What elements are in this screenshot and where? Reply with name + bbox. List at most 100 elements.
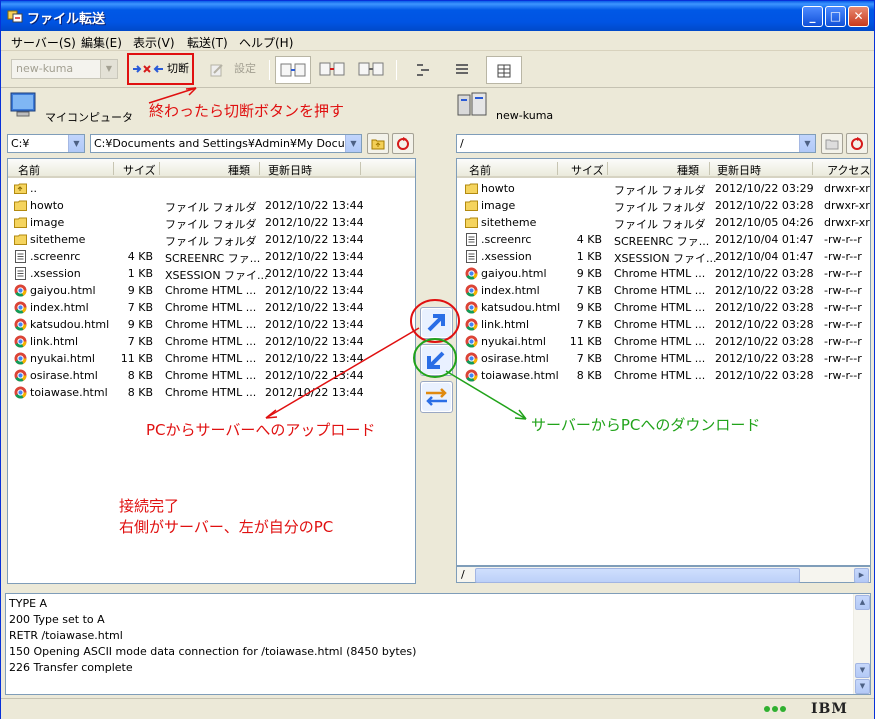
- local-path-value: C:¥Documents and Settings¥Admin¥My Docum…: [94, 137, 362, 150]
- file-type: Chrome HTML ...: [165, 352, 257, 365]
- drive-select[interactable]: C:¥ ▼: [7, 134, 85, 153]
- file-name: link.html: [481, 318, 530, 331]
- col-type[interactable]: 種類: [677, 162, 699, 178]
- file-row[interactable]: .screenrc 4 KB SCREENRC ファ... 2012/10/22 13…: [8, 249, 415, 266]
- local-up-folder-button[interactable]: [367, 133, 389, 154]
- file-row[interactable]: howto ファイル フォルダ 2012/10/22 13:44: [8, 198, 415, 215]
- file-row[interactable]: sitetheme ファイル フォルダ 2012/10/22 13:44: [8, 232, 415, 249]
- remote-path-scrollbar[interactable]: / ▶: [456, 566, 871, 583]
- chrome-icon: [465, 352, 478, 365]
- file-date: 2012/10/22 13:44: [265, 233, 364, 246]
- file-row[interactable]: image ファイル フォルダ 2012/10/22 13:44: [8, 215, 415, 232]
- col-name[interactable]: 名前: [18, 162, 40, 178]
- file-type: Chrome HTML ...: [614, 267, 706, 280]
- file-size: 8 KB: [127, 386, 153, 399]
- log-scrollbar[interactable]: ▲ ▼ ▼: [853, 594, 870, 694]
- file-row[interactable]: osirase.html 7 KB Chrome HTML ... 2012/10/2…: [457, 351, 870, 368]
- file-date: 2012/10/22 13:44: [265, 369, 364, 382]
- file-name: .xsession: [30, 267, 81, 280]
- file-permission: -rw-r--r: [824, 267, 862, 280]
- col-name[interactable]: 名前: [469, 162, 491, 178]
- file-row[interactable]: .xsession 1 KB XSESSION ファイ... 2012/10/04 0…: [457, 249, 870, 266]
- connection-select[interactable]: new-kuma ▼: [11, 59, 118, 79]
- maximize-button[interactable]: □: [825, 6, 846, 27]
- download-button[interactable]: [420, 344, 453, 376]
- file-size: 7 KB: [127, 301, 153, 314]
- details-view-icon[interactable]: [444, 56, 480, 84]
- file-row[interactable]: index.html 7 KB Chrome HTML ... 2012/10/22 …: [457, 283, 870, 300]
- chrome-icon: [14, 386, 27, 399]
- menu-view[interactable]: 表示(V): [133, 34, 175, 51]
- file-name: nyukai.html: [481, 335, 546, 348]
- minimize-button[interactable]: _: [802, 6, 823, 27]
- chrome-icon: [465, 301, 478, 314]
- file-row[interactable]: gaiyou.html 9 KB Chrome HTML ... 2012/10/22…: [457, 266, 870, 283]
- file-row[interactable]: sitetheme ファイル フォルダ 2012/10/05 04:26 drwxr-…: [457, 215, 870, 232]
- transfer-mode-binary-icon[interactable]: [314, 56, 350, 84]
- file-row[interactable]: osirase.html 8 KB Chrome HTML ... 2012/10/2…: [8, 368, 415, 385]
- sync-button[interactable]: [420, 381, 453, 413]
- transfer-mode-auto-icon[interactable]: [353, 56, 389, 84]
- menu-transfer[interactable]: 転送(T): [187, 34, 228, 51]
- settings-label: 設定: [234, 62, 256, 75]
- folder-up-icon: [371, 139, 385, 150]
- file-size: 7 KB: [576, 352, 602, 365]
- menu-server[interactable]: サーバー(S): [11, 34, 76, 51]
- menu-edit[interactable]: 編集(E): [81, 34, 122, 51]
- file-type: Chrome HTML ...: [614, 284, 706, 297]
- chevron-down-icon: ▼: [799, 135, 815, 152]
- download-arrow-icon: [422, 346, 451, 374]
- file-row[interactable]: image ファイル フォルダ 2012/10/22 03:28 drwxr-xr: [457, 198, 870, 215]
- file-row[interactable]: nyukai.html 11 KB Chrome HTML ... 2012/10/2…: [457, 334, 870, 351]
- menu-bar: サーバー(S) 編集(E) 表示(V) 転送(T) ヘルプ(H): [1, 31, 874, 51]
- col-type[interactable]: 種類: [228, 162, 250, 178]
- file-row[interactable]: toiawase.html 8 KB Chrome HTML ... 2012/10/…: [457, 368, 870, 385]
- scroll-right-icon[interactable]: ▶: [854, 568, 869, 583]
- file-row[interactable]: .xsession 1 KB XSESSION ファイ... 2012/10/22 1…: [8, 266, 415, 283]
- file-name: gaiyou.html: [481, 267, 547, 280]
- upload-button[interactable]: [420, 307, 453, 339]
- settings-button[interactable]: 設定: [210, 57, 265, 83]
- col-permission[interactable]: アクセス権: [827, 162, 870, 178]
- file-row[interactable]: nyukai.html 11 KB Chrome HTML ... 2012/10/2…: [8, 351, 415, 368]
- scroll-down-icon[interactable]: ▼: [855, 679, 870, 694]
- local-refresh-button[interactable]: [392, 133, 414, 154]
- transfer-mode-ascii-icon[interactable]: [275, 56, 311, 84]
- file-row[interactable]: gaiyou.html 9 KB Chrome HTML ... 2012/10/22…: [8, 283, 415, 300]
- file-row[interactable]: howto ファイル フォルダ 2012/10/22 03:29 drwxr-xr: [457, 181, 870, 198]
- close-button[interactable]: ✕: [848, 6, 869, 27]
- refresh-icon: [851, 137, 863, 150]
- file-date: 2012/10/22 13:44: [265, 267, 364, 280]
- remote-path-select[interactable]: / ▼: [456, 134, 816, 153]
- chrome-icon: [14, 318, 27, 331]
- title-bar[interactable]: ファイル転送 _ □ ✕: [1, 1, 874, 31]
- file-row[interactable]: toiawase.html 8 KB Chrome HTML ... 2012/10/…: [8, 385, 415, 402]
- file-row[interactable]: link.html 7 KB Chrome HTML ... 2012/10/22 0…: [457, 317, 870, 334]
- file-row[interactable]: link.html 7 KB Chrome HTML ... 2012/10/22 1…: [8, 334, 415, 351]
- scroll-down-icon[interactable]: ▼: [855, 663, 870, 678]
- file-row[interactable]: index.html 7 KB Chrome HTML ... 2012/10/22 …: [8, 300, 415, 317]
- local-list-header: 名前 サイズ 種類 更新日時: [8, 159, 415, 178]
- file-row[interactable]: katsudou.html 9 KB Chrome HTML ... 2012/10/…: [457, 300, 870, 317]
- remote-up-folder-button[interactable]: [821, 133, 843, 154]
- chrome-icon: [465, 284, 478, 297]
- file-permission: -rw-r--r: [824, 250, 862, 263]
- menu-help[interactable]: ヘルプ(H): [239, 34, 293, 51]
- scroll-up-icon[interactable]: ▲: [855, 595, 870, 610]
- col-date[interactable]: 更新日時: [268, 162, 312, 178]
- col-date[interactable]: 更新日時: [717, 162, 761, 178]
- file-permission: -rw-r--r: [824, 301, 862, 314]
- file-size: 9 KB: [576, 267, 602, 280]
- file-row[interactable]: .screenrc 4 KB SCREENRC ファ... 2012/10/04 01…: [457, 232, 870, 249]
- transfer-log[interactable]: TYPE A 200 Type set to A RETR /toiawase.…: [5, 593, 871, 695]
- file-row[interactable]: ..: [8, 181, 415, 198]
- file-type: Chrome HTML ...: [165, 318, 257, 331]
- col-size[interactable]: サイズ: [571, 162, 604, 178]
- large-icon-view-icon[interactable]: [486, 56, 522, 84]
- local-path-select[interactable]: C:¥Documents and Settings¥Admin¥My Docum…: [90, 134, 362, 153]
- list-view-icon[interactable]: [405, 56, 441, 84]
- remote-refresh-button[interactable]: [846, 133, 868, 154]
- col-size[interactable]: サイズ: [123, 162, 156, 178]
- remote-file-list[interactable]: 名前 サイズ 種類 更新日時 アクセス権 howto ファイル フォルダ 2012/…: [456, 158, 871, 566]
- file-row[interactable]: katsudou.html 9 KB Chrome HTML ... 2012/10/…: [8, 317, 415, 334]
